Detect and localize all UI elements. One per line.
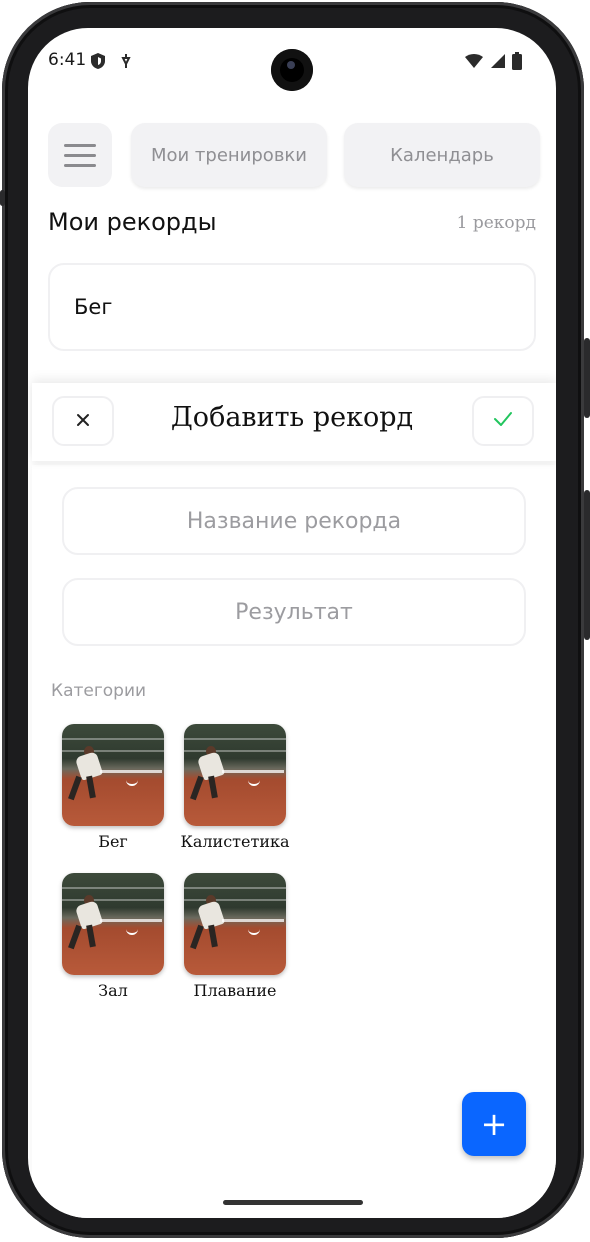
plus-icon: +	[480, 1105, 508, 1143]
runner-figure	[190, 775, 204, 801]
category-image	[62, 873, 164, 975]
swoosh-icon	[248, 929, 260, 935]
category-name: Плавание	[193, 981, 277, 1000]
thumb-caption	[100, 919, 162, 922]
result-field[interactable]: Результат	[62, 578, 526, 646]
confirm-button[interactable]	[472, 396, 534, 446]
record-name-placeholder: Название рекорда	[186, 508, 402, 534]
tab-label: Мои тренировки	[150, 144, 308, 166]
home-indicator[interactable]	[223, 1200, 363, 1205]
categories-label: Категории	[51, 681, 147, 701]
thumb-caption	[222, 919, 284, 922]
thumb-lane	[62, 887, 164, 889]
battery-icon	[512, 52, 522, 74]
bolt-icon	[120, 53, 132, 73]
thumb-lane	[62, 899, 164, 901]
category-name: Зал	[98, 981, 128, 1000]
thumb-lane	[184, 887, 286, 889]
runner-figure	[208, 775, 218, 799]
swoosh-icon	[126, 929, 138, 935]
category-run[interactable]: Бег	[53, 724, 173, 851]
records-title: Мои рекорды	[48, 208, 217, 236]
wifi-icon	[464, 53, 484, 73]
record-name: Бег	[74, 295, 113, 319]
menu-button[interactable]	[48, 123, 112, 187]
record-name-field[interactable]: Название рекорда	[62, 487, 526, 555]
hamburger-icon-line	[64, 163, 96, 167]
thumb-lane	[62, 750, 164, 752]
category-image	[184, 724, 286, 826]
thumb-lane	[184, 750, 286, 752]
swoosh-icon	[248, 780, 260, 786]
runner-figure	[190, 924, 204, 950]
screen: 6:41 Мои тренировки Календарь Мои рекорд…	[28, 28, 556, 1218]
front-camera	[271, 49, 313, 91]
thumb-lane	[62, 738, 164, 740]
records-count: 1 рекорд	[456, 213, 536, 233]
status-icons	[464, 52, 522, 74]
category-image	[62, 724, 164, 826]
hamburger-icon	[64, 143, 96, 147]
swoosh-icon	[126, 780, 138, 786]
runner-figure	[86, 775, 96, 799]
tab-my-workouts[interactable]: Мои тренировки	[131, 123, 327, 187]
category-image	[184, 873, 286, 975]
runner-figure	[68, 924, 82, 950]
result-placeholder: Результат	[235, 599, 353, 625]
runner-figure	[68, 775, 82, 801]
category-name: Бег	[98, 832, 128, 851]
category-name: Калистетика	[180, 832, 290, 851]
tab-label: Календарь	[390, 144, 494, 166]
runner-figure	[208, 924, 218, 948]
thumb-caption	[100, 770, 162, 773]
category-gym[interactable]: Зал	[53, 873, 173, 1000]
hamburger-icon-line	[64, 153, 96, 157]
thumb-lane	[184, 738, 286, 740]
thumb-caption	[222, 770, 284, 773]
record-card[interactable]: Бег	[48, 263, 536, 351]
runner-figure	[86, 924, 96, 948]
check-icon	[493, 411, 513, 431]
thumb-lane	[184, 899, 286, 901]
category-swimming[interactable]: Плавание	[175, 873, 295, 1000]
power-button	[584, 490, 590, 640]
add-button[interactable]: +	[462, 1092, 526, 1156]
tab-calendar[interactable]: Календарь	[344, 123, 540, 187]
volume-button	[584, 338, 590, 418]
category-calisthenics[interactable]: Калистетика	[175, 724, 295, 851]
signal-icon	[490, 53, 506, 73]
side-button-left	[0, 190, 5, 206]
status-time: 6:41	[48, 50, 87, 70]
shield-icon	[90, 52, 106, 74]
